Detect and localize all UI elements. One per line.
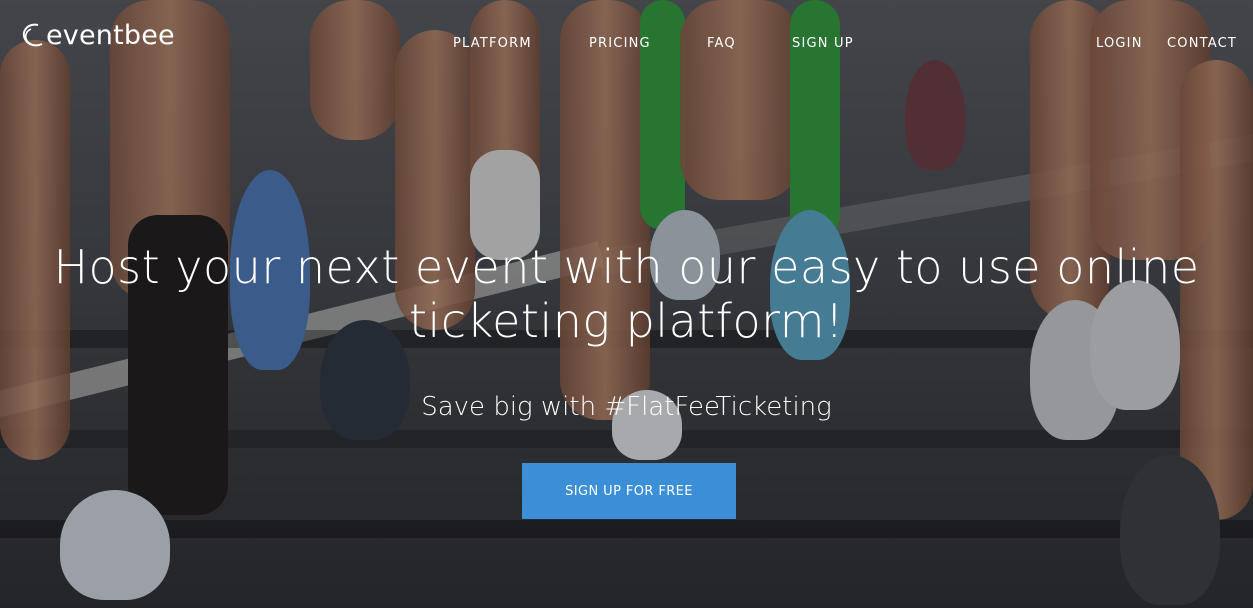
hero-section: eventbee PLATFORM PRICING FAQ SIGN UP LO…	[0, 0, 1253, 608]
hero-headline-line-2: ticketing platform!	[409, 294, 844, 348]
sign-up-for-free-button[interactable]: SIGN UP FOR FREE	[522, 463, 736, 519]
top-navigation: eventbee PLATFORM PRICING FAQ SIGN UP LO…	[0, 0, 1253, 80]
nav-link-platform[interactable]: PLATFORM	[453, 36, 532, 51]
nav-link-pricing[interactable]: PRICING	[589, 36, 651, 51]
brand-logo-link[interactable]: eventbee	[18, 20, 175, 51]
nav-link-contact[interactable]: CONTACT	[1167, 36, 1237, 51]
hero-subheadline: Save big with #FlatFeeTicketing	[421, 392, 832, 422]
brand-name: eventbee	[46, 20, 175, 51]
hero-headline-line-1: Host your next event with our easy to us…	[53, 240, 1200, 294]
hero-headline: Host your next event with our easy to us…	[0, 240, 1253, 348]
nav-link-sign-up[interactable]: SIGN UP	[792, 36, 854, 51]
nav-link-faq[interactable]: FAQ	[707, 36, 736, 51]
nav-link-login[interactable]: LOGIN	[1096, 36, 1143, 51]
eventbee-logo-icon	[22, 23, 43, 46]
